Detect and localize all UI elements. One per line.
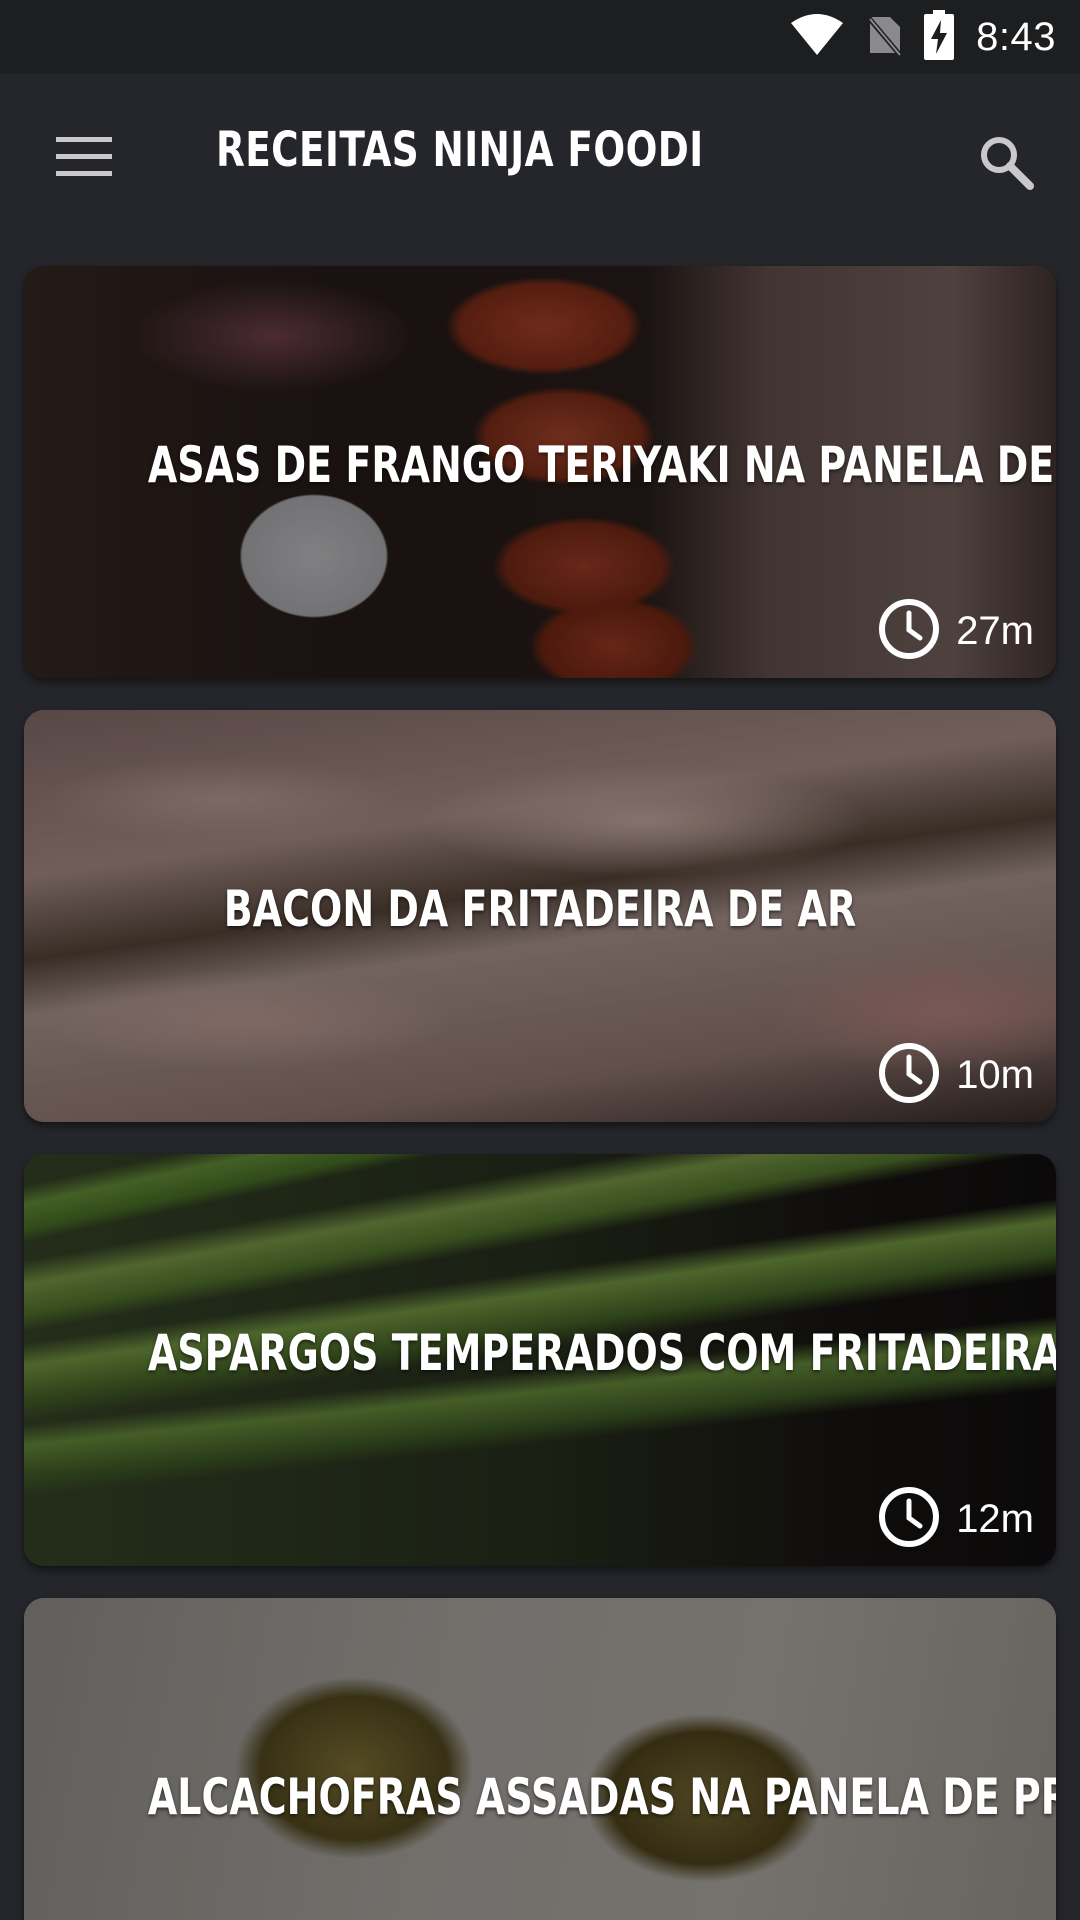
recipe-title: ASPARGOS TEMPERADOS COM FRITADEIRA DE AR <box>147 1324 1056 1382</box>
clock-icon <box>878 1042 940 1108</box>
recipe-duration: 10m <box>956 1052 1034 1097</box>
no-sim-icon <box>866 13 903 61</box>
recipe-card[interactable]: ASAS DE FRANGO TERIYAKI NA PANELA DE PRE… <box>24 266 1056 678</box>
battery-charging-icon <box>924 10 955 64</box>
status-bar: 8:43 <box>0 0 1080 74</box>
recipe-title: BACON DA FRITADEIRA DE AR <box>223 880 857 938</box>
search-button[interactable] <box>964 122 1048 206</box>
recipe-duration: 12m <box>956 1496 1034 1541</box>
clock-icon <box>878 598 940 664</box>
recipe-duration: 27m <box>956 608 1034 653</box>
menu-button[interactable] <box>40 126 128 192</box>
search-icon <box>978 134 1034 194</box>
app-toolbar: RECEITAS NINJA FOODI <box>0 74 1080 246</box>
recipe-card[interactable]: ALCACHOFRAS ASSADAS NA PANELA DE PRESSÃO <box>24 1598 1056 1920</box>
recipe-time: 12m <box>878 1486 1034 1552</box>
recipe-card[interactable]: BACON DA FRITADEIRA DE AR 10m <box>24 710 1056 1122</box>
status-time: 8:43 <box>976 14 1056 59</box>
recipe-title: ASAS DE FRANGO TERIYAKI NA PANELA DE PRE… <box>147 436 1056 494</box>
recipe-card[interactable]: ASPARGOS TEMPERADOS COM FRITADEIRA DE AR… <box>24 1154 1056 1566</box>
clock-icon <box>878 1486 940 1552</box>
recipe-time: 27m <box>878 598 1034 664</box>
hamburger-menu-icon <box>56 137 112 181</box>
page-title: RECEITAS NINJA FOODI <box>216 122 704 178</box>
recipe-time: 10m <box>878 1042 1034 1108</box>
recipe-title: ALCACHOFRAS ASSADAS NA PANELA DE PRESSÃO <box>147 1768 1056 1826</box>
wifi-icon <box>790 13 844 61</box>
status-icons: 8:43 <box>790 0 1056 74</box>
